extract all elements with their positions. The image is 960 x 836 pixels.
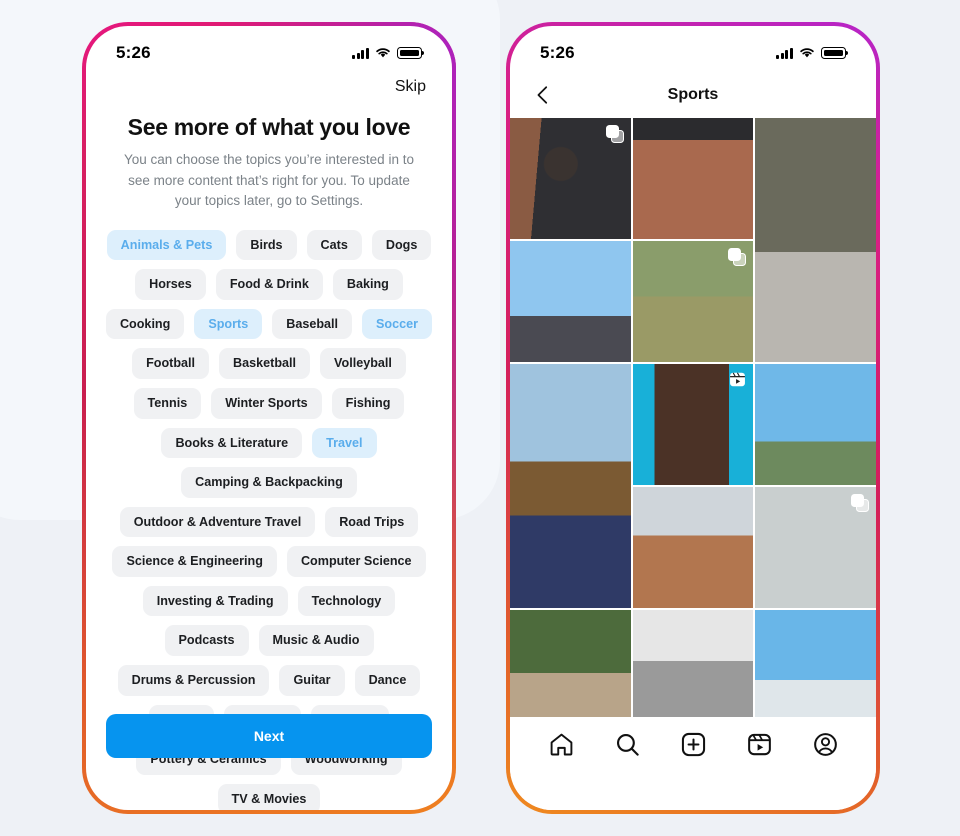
post-soccer-ball-header[interactable]: [510, 364, 631, 608]
phone1-screen: 5:26 Skip See more of what you love You …: [86, 26, 452, 810]
post-thumbnail: [510, 241, 631, 362]
topic-chip[interactable]: Basketball: [219, 348, 311, 379]
post-basketball-dunk[interactable]: [755, 364, 876, 485]
topic-chip[interactable]: Cooking: [105, 308, 185, 340]
status-clock: 5:26: [540, 43, 575, 62]
topic-chip[interactable]: Baseball: [272, 308, 353, 340]
topic-chip[interactable]: TV & Movies: [217, 783, 321, 810]
topic-chip[interactable]: Podcasts: [164, 625, 249, 657]
phone2-navigation-bar: Sports: [510, 72, 876, 118]
post-softball-player[interactable]: [632, 241, 754, 362]
skip-row: Skip: [86, 72, 452, 96]
topic-chip[interactable]: Winter Sports: [211, 387, 322, 419]
post-basketball-dribble[interactable]: [632, 487, 754, 608]
post-thumbnail: [510, 610, 631, 725]
post-soccer-trophy-reel[interactable]: [632, 364, 754, 485]
post-thumbnail: [632, 118, 754, 239]
post-lacing-shoes[interactable]: [510, 118, 631, 239]
topic-chip[interactable]: Soccer: [362, 308, 433, 340]
topic-chip[interactable]: Outdoor & Adventure Travel: [119, 506, 316, 538]
post-thumbnail: [755, 118, 876, 362]
topic-chip[interactable]: Fishing: [331, 387, 405, 419]
topic-chip[interactable]: Travel: [312, 427, 377, 459]
carousel-icon: [605, 125, 624, 143]
wifi-icon: [800, 48, 814, 58]
page-title: See more of what you love: [127, 114, 411, 140]
topic-chip[interactable]: Football: [132, 348, 210, 379]
search-icon[interactable]: [614, 731, 641, 758]
topic-chip[interactable]: Horses: [135, 269, 206, 300]
skip-button[interactable]: Skip: [395, 78, 426, 96]
nav-title: Sports: [667, 86, 719, 103]
post-bmx-rider[interactable]: [510, 610, 631, 725]
home-icon[interactable]: [548, 731, 575, 758]
topic-chip[interactable]: Science & Engineering: [112, 546, 277, 577]
topic-chip[interactable]: Dance: [354, 665, 421, 696]
phone-mockup-sports-feed: 5:26 Sports: [506, 22, 880, 814]
phone1-status-bar: 5:26: [86, 26, 452, 72]
photo-grid: [510, 118, 876, 725]
phone-mockup-topics: 5:26 Skip See more of what you love You …: [82, 22, 456, 814]
battery-full-icon: [821, 47, 849, 59]
post-skateboarders-pair[interactable]: [510, 241, 631, 362]
wifi-icon: [376, 48, 390, 58]
post-thumbnail: [755, 610, 876, 725]
post-basketball-face[interactable]: [755, 610, 876, 725]
topic-chip[interactable]: Investing & Trading: [142, 585, 288, 617]
add-icon[interactable]: [680, 731, 707, 758]
status-icon-group: [352, 47, 425, 59]
post-skateboard-shadow[interactable]: [632, 610, 754, 725]
carousel-icon: [728, 248, 747, 266]
topic-chip[interactable]: Cats: [306, 229, 362, 261]
topic-chip[interactable]: Road Trips: [325, 506, 419, 538]
topic-chip[interactable]: Books & Literature: [161, 427, 303, 459]
topic-chip[interactable]: Technology: [297, 585, 396, 617]
reels-badge-icon: [728, 370, 747, 389]
topic-chip[interactable]: Baking: [332, 269, 403, 300]
topic-chip[interactable]: Tennis: [133, 387, 202, 419]
topic-chip[interactable]: Drums & Percussion: [117, 665, 270, 696]
post-thumbnail: [510, 364, 631, 608]
status-icon-group: [776, 47, 849, 59]
topic-chip[interactable]: Music & Audio: [258, 625, 374, 657]
topic-chip[interactable]: Computer Science: [286, 546, 426, 577]
status-clock: 5:26: [116, 43, 151, 62]
topic-chip[interactable]: Food & Drink: [215, 269, 323, 300]
topic-chip[interactable]: Guitar: [279, 665, 345, 696]
phone2-screen: 5:26 Sports: [510, 26, 876, 810]
post-slackline-balance[interactable]: [755, 487, 876, 608]
post-skateboard-jump[interactable]: [632, 118, 754, 239]
post-thumbnail: [632, 610, 754, 725]
phone2-status-bar: 5:26: [510, 26, 876, 72]
post-stair-leap-dancer[interactable]: [755, 118, 876, 362]
cellular-bars-icon: [776, 47, 793, 59]
topic-chip[interactable]: Sports: [194, 308, 263, 340]
topic-chip[interactable]: Dogs: [371, 229, 432, 261]
post-thumbnail: [632, 487, 754, 608]
topic-chip[interactable]: Camping & Backpacking: [181, 467, 357, 498]
profile-icon[interactable]: [812, 731, 839, 758]
chevron-left-icon[interactable]: [532, 84, 554, 106]
screenshot-stage: 5:26 Skip See more of what you love You …: [0, 0, 960, 836]
cellular-bars-icon: [352, 47, 369, 59]
battery-full-icon: [397, 47, 425, 59]
topic-chip[interactable]: Birds: [236, 229, 297, 261]
carousel-icon: [850, 494, 869, 512]
topic-chip[interactable]: Animals & Pets: [106, 229, 227, 261]
bottom-tab-bar: [510, 717, 876, 810]
page-subtitle: You can choose the topics you’re interes…: [124, 152, 414, 209]
next-button-container: Next: [86, 714, 452, 758]
next-button[interactable]: Next: [106, 714, 432, 758]
topic-chip[interactable]: Volleyball: [320, 348, 406, 379]
reels-icon[interactable]: [746, 731, 773, 758]
post-thumbnail: [755, 364, 876, 485]
